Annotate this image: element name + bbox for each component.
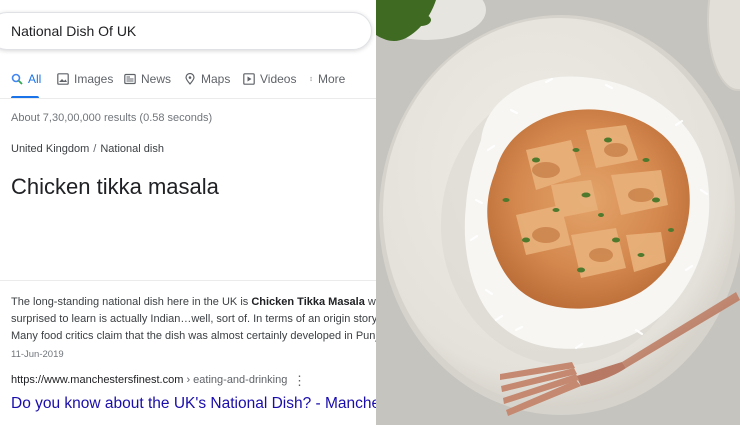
snippet-line: surprised to learn is actually Indian…we… [11, 313, 376, 325]
snippet-text: wh [367, 296, 376, 308]
search-tabs: All Images News Maps Videos More [0, 72, 376, 100]
divider [0, 280, 376, 281]
breadcrumb-item[interactable]: United Kingdom [11, 143, 89, 155]
result-title-link[interactable]: Do you know about the UK's National Dish… [11, 395, 376, 413]
tab-label: Videos [260, 72, 297, 86]
image-icon [57, 73, 69, 85]
search-query[interactable]: National Dish Of UK [11, 23, 136, 39]
breadcrumb: United Kingdom / National dish [11, 143, 164, 155]
tab-label: Maps [201, 72, 231, 86]
tab-more[interactable]: More [310, 72, 345, 100]
food-photo [376, 0, 740, 425]
play-icon [243, 73, 255, 85]
snippet-highlight: Chicken Tikka Masala [251, 296, 365, 308]
tab-label: Images [74, 72, 114, 86]
breadcrumb-item[interactable]: National dish [100, 143, 164, 155]
snippet-line: Many food critics claim that the dish wa… [11, 330, 376, 342]
tab-label: News [141, 72, 172, 86]
tab-label: More [318, 72, 346, 86]
tab-label: All [28, 72, 42, 86]
more-vertical-icon [310, 76, 312, 82]
tab-maps[interactable]: Maps [184, 72, 230, 100]
url-path: › eating-and-drinking [183, 374, 288, 386]
divider [0, 98, 376, 99]
tab-videos[interactable]: Videos [243, 72, 296, 100]
url-host: https://www.manchestersfinest.com [11, 374, 184, 386]
snippet-text: The long-standing national dish here in … [11, 296, 252, 308]
tab-news[interactable]: News [124, 72, 171, 100]
chicken-tikka-masala-photo [376, 0, 740, 425]
news-icon [124, 73, 136, 85]
map-pin-icon [185, 73, 195, 85]
search-icon [11, 73, 23, 85]
results-count: About 7,30,00,000 results (0.58 seconds) [11, 112, 213, 124]
snippet-date: 11-Jun-2019 [11, 349, 64, 360]
search-results-panel: National Dish Of UK All Images News Maps… [0, 0, 376, 425]
result-more-icon[interactable]: ⋮ [293, 373, 306, 389]
snippet-line: The long-standing national dish here in … [11, 294, 376, 311]
tab-images[interactable]: Images [57, 72, 113, 100]
breadcrumb-separator: / [93, 143, 97, 155]
result-url[interactable]: https://www.manchestersfinest.com › eati… [11, 374, 287, 386]
featured-snippet: The long-standing national dish here in … [11, 294, 376, 345]
featured-answer: Chicken tikka masala [11, 174, 219, 199]
